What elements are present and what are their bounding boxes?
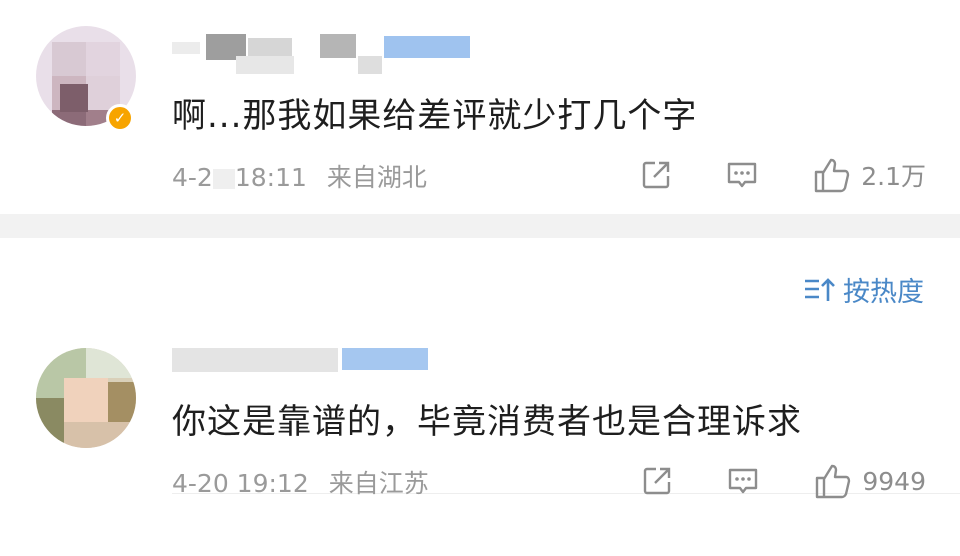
section-separator (0, 214, 960, 238)
like-icon (816, 464, 851, 499)
sort-by-heat-button[interactable]: 按热度 (803, 270, 924, 309)
share-button[interactable] (640, 464, 674, 498)
reply-button[interactable] (725, 158, 759, 192)
username-blurred[interactable] (172, 32, 472, 74)
comment-meta: 4-20 19:12 来自江苏 (172, 464, 429, 500)
comment-location: 来自湖北 (326, 163, 427, 192)
sort-icon (805, 277, 835, 301)
comment-actions: 2.1万 (639, 156, 926, 194)
share-icon (644, 467, 671, 495)
comment-item: ✓ 啊...那我如果给差评就少打几个字 4-2 18:11 来自湖北 2.1万 (0, 0, 960, 214)
comment-time: 4-2 (172, 163, 213, 192)
comment-icon (729, 468, 758, 494)
verified-badge-icon: ✓ (106, 104, 134, 132)
comment-actions: 9949 (640, 462, 926, 500)
comment-icon (728, 162, 757, 188)
like-button[interactable]: 9949 (814, 462, 926, 500)
comment-text: 你这是靠谱的，毕竟消费者也是合理诉求 (172, 402, 802, 442)
comment-location: 来自江苏 (328, 469, 429, 498)
comment-time-tail: 18:11 (234, 163, 307, 192)
username-blurred[interactable] (172, 342, 432, 378)
comment-item: 按热度 你这是靠谱的，毕竟消费者也是合理诉求 4-20 19:12 来自江苏 9… (0, 238, 960, 499)
like-icon (815, 158, 850, 193)
like-count: 9949 (862, 466, 926, 496)
comment-meta: 4-2 18:11 来自湖北 (172, 158, 427, 194)
like-button[interactable]: 2.1万 (813, 156, 926, 194)
like-count: 2.1万 (861, 162, 926, 191)
avatar[interactable] (36, 348, 136, 448)
share-button[interactable] (639, 158, 673, 192)
share-icon (643, 161, 670, 189)
reply-button[interactable] (726, 464, 760, 498)
sort-label: 按热度 (843, 277, 924, 308)
comment-text: 啊...那我如果给差评就少打几个字 (172, 96, 698, 136)
time-blur (212, 169, 235, 189)
comment-time: 4-20 19:12 (172, 469, 309, 498)
